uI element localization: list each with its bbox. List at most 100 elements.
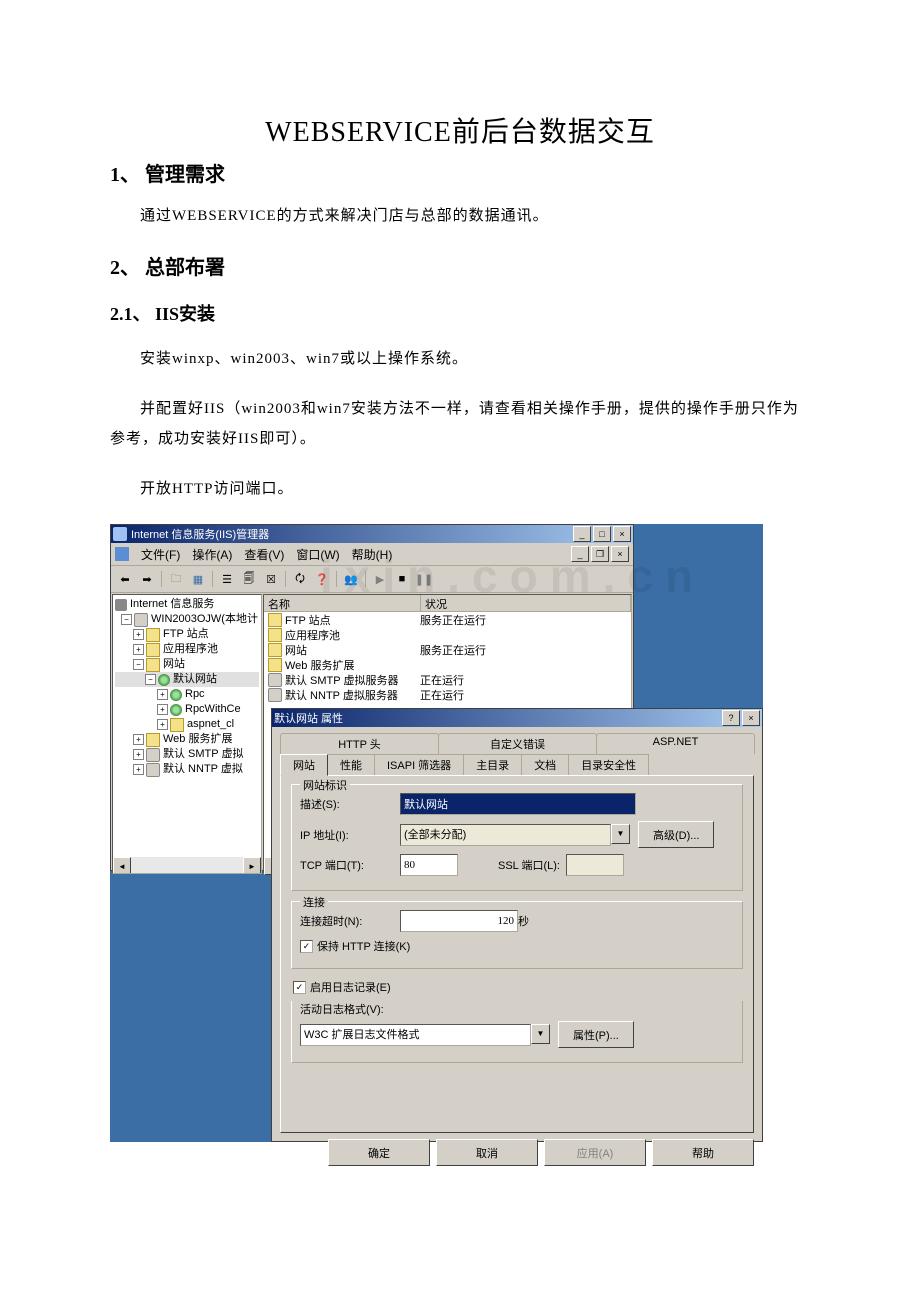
tab-custom-errors[interactable]: 自定义错误 xyxy=(438,733,597,754)
tree-apppool[interactable]: +应用程序池 xyxy=(115,642,259,657)
checkbox-logging[interactable]: ✓ 启用日志记录(E) xyxy=(293,979,743,995)
combo-ip[interactable]: (全部未分配) ▼ xyxy=(400,824,630,846)
nav-forward-icon[interactable]: ➡ xyxy=(137,569,157,589)
help-button[interactable]: ? xyxy=(722,710,740,726)
menu-window[interactable]: 窗口(W) xyxy=(290,546,345,563)
tree-pane[interactable]: Internet 信息服务 −WIN2003OJW(本地计 +FTP 站点 +应… xyxy=(112,594,262,874)
label-timeout: 连接超时(N): xyxy=(300,913,400,929)
tree-rpc[interactable]: +Rpc xyxy=(115,687,259,702)
expand-icon[interactable]: + xyxy=(133,629,144,640)
advanced-button[interactable]: 高级(D)... xyxy=(638,821,714,848)
tab-aspnet[interactable]: ASP.NET xyxy=(596,733,755,754)
input-description[interactable] xyxy=(400,793,636,815)
tree-host[interactable]: −WIN2003OJW(本地计 xyxy=(115,612,259,627)
tree-root[interactable]: Internet 信息服务 xyxy=(115,597,259,612)
iis-titlebar[interactable]: Internet 信息服务(IIS)管理器 _ □ × xyxy=(111,525,633,543)
tree-rpcwithce[interactable]: +RpcWithCe xyxy=(115,702,259,717)
apply-button[interactable]: 应用(A) xyxy=(544,1139,646,1166)
show-hide-tree-icon[interactable]: ▦ xyxy=(188,569,208,589)
expand-icon[interactable]: + xyxy=(133,764,144,775)
folder-icon xyxy=(146,643,160,657)
pause-icon[interactable]: ❚❚ xyxy=(414,569,434,589)
group-site-legend: 网站标识 xyxy=(300,777,350,793)
close-button[interactable]: × xyxy=(613,526,631,542)
prop-titlebar[interactable]: 默认网站 属性 ? × xyxy=(272,709,762,727)
label-ip: IP 地址(I): xyxy=(300,827,400,843)
menu-view[interactable]: 查看(V) xyxy=(238,546,290,563)
group-connection: 连接 连接超时(N): 秒 ✓ 保持 HTTP 连接(K) xyxy=(291,901,743,969)
tree-websites[interactable]: −网站 xyxy=(115,657,259,672)
tab-http-header[interactable]: HTTP 头 xyxy=(280,733,439,754)
collapse-icon[interactable]: − xyxy=(121,614,132,625)
smtp-icon xyxy=(268,673,282,687)
delete-icon[interactable]: ☒ xyxy=(261,569,281,589)
expand-icon[interactable]: + xyxy=(133,749,144,760)
tab-home-dir[interactable]: 主目录 xyxy=(463,754,522,775)
mdi-close-button[interactable]: × xyxy=(611,546,629,562)
checkbox-keepalive[interactable]: ✓ 保持 HTTP 连接(K) xyxy=(300,938,734,954)
help-button[interactable]: 帮助 xyxy=(652,1139,754,1166)
tree-aspnet[interactable]: +aspnet_cl xyxy=(115,717,259,732)
folder-icon xyxy=(146,628,160,642)
mdi-minimize-button[interactable]: _ xyxy=(571,546,589,562)
tab-performance[interactable]: 性能 xyxy=(327,754,375,775)
tab-documents[interactable]: 文档 xyxy=(521,754,569,775)
help-icon[interactable]: ❓ xyxy=(312,569,332,589)
expand-icon[interactable]: + xyxy=(157,704,168,715)
cancel-button[interactable]: 取消 xyxy=(436,1139,538,1166)
menu-action[interactable]: 操作(A) xyxy=(186,546,238,563)
collapse-icon[interactable]: − xyxy=(145,674,156,685)
input-ssl-port[interactable] xyxy=(566,854,624,876)
log-properties-button[interactable]: 属性(P)... xyxy=(558,1021,634,1048)
expand-icon[interactable]: + xyxy=(157,719,168,730)
menu-help[interactable]: 帮助(H) xyxy=(346,546,399,563)
dropdown-icon[interactable]: ▼ xyxy=(531,1024,550,1044)
tree-smtp[interactable]: +默认 SMTP 虚拟 xyxy=(115,747,259,762)
dropdown-icon[interactable]: ▼ xyxy=(611,824,630,844)
tab-isapi[interactable]: ISAPI 筛选器 xyxy=(374,754,464,775)
list-row[interactable]: 应用程序池 xyxy=(264,627,631,642)
tree-nntp[interactable]: +默认 NNTP 虚拟 xyxy=(115,762,259,777)
dialog-button-row: 确定 取消 应用(A) 帮助 xyxy=(272,1133,762,1172)
checkmark-icon: ✓ xyxy=(293,981,306,994)
mdi-restore-button[interactable]: ❐ xyxy=(591,546,609,562)
tab-dir-security[interactable]: 目录安全性 xyxy=(568,754,649,775)
list-row[interactable]: 默认 NNTP 虚拟服务器正在运行 xyxy=(264,687,631,702)
nav-back-icon[interactable]: ⬅ xyxy=(115,569,135,589)
folder-icon xyxy=(268,658,282,672)
permissions-icon[interactable]: 👥 xyxy=(341,569,361,589)
expand-icon[interactable]: + xyxy=(133,644,144,655)
list-row[interactable]: 网站服务正在运行 xyxy=(264,642,631,657)
expand-icon[interactable]: + xyxy=(157,689,168,700)
properties-icon[interactable]: ☰ xyxy=(217,569,237,589)
menu-file[interactable]: 文件(F) xyxy=(135,546,186,563)
minimize-button[interactable]: _ xyxy=(573,526,591,542)
tab-website[interactable]: 网站 xyxy=(280,754,328,776)
play-icon[interactable]: ▶ xyxy=(370,569,390,589)
list-row[interactable]: 默认 SMTP 虚拟服务器正在运行 xyxy=(264,672,631,687)
input-tcp-port[interactable] xyxy=(400,854,458,876)
scroll-left-icon[interactable]: ◄ xyxy=(113,857,131,874)
prop-title-text: 默认网站 属性 xyxy=(274,710,343,726)
list-row[interactable]: Web 服务扩展 xyxy=(264,657,631,672)
list-row[interactable]: FTP 站点服务正在运行 xyxy=(264,612,631,627)
combo-log-format[interactable]: W3C 扩展日志文件格式 ▼ xyxy=(300,1024,550,1046)
expand-icon[interactable]: + xyxy=(133,734,144,745)
tree-ftp[interactable]: +FTP 站点 xyxy=(115,627,259,642)
tree-defaultsite[interactable]: −默认网站 xyxy=(115,672,259,687)
refresh-icon[interactable]: 🗘 xyxy=(290,569,310,589)
collapse-icon[interactable]: − xyxy=(133,659,144,670)
tree-webext[interactable]: +Web 服务扩展 xyxy=(115,732,259,747)
scroll-right-icon[interactable]: ► xyxy=(243,857,261,874)
col-status[interactable]: 状况 xyxy=(421,595,631,612)
close-button[interactable]: × xyxy=(742,710,760,726)
tree-scrollbar[interactable]: ◄ ► xyxy=(113,857,261,873)
maximize-button[interactable]: □ xyxy=(593,526,611,542)
export-list-icon[interactable]: 🗐 xyxy=(239,569,259,589)
ok-button[interactable]: 确定 xyxy=(328,1139,430,1166)
folder-icon xyxy=(170,718,184,732)
col-name[interactable]: 名称 xyxy=(264,595,421,612)
stop-icon[interactable]: ■ xyxy=(392,569,412,589)
input-timeout[interactable] xyxy=(400,910,518,932)
up-icon[interactable]: 🗀 xyxy=(166,569,186,589)
